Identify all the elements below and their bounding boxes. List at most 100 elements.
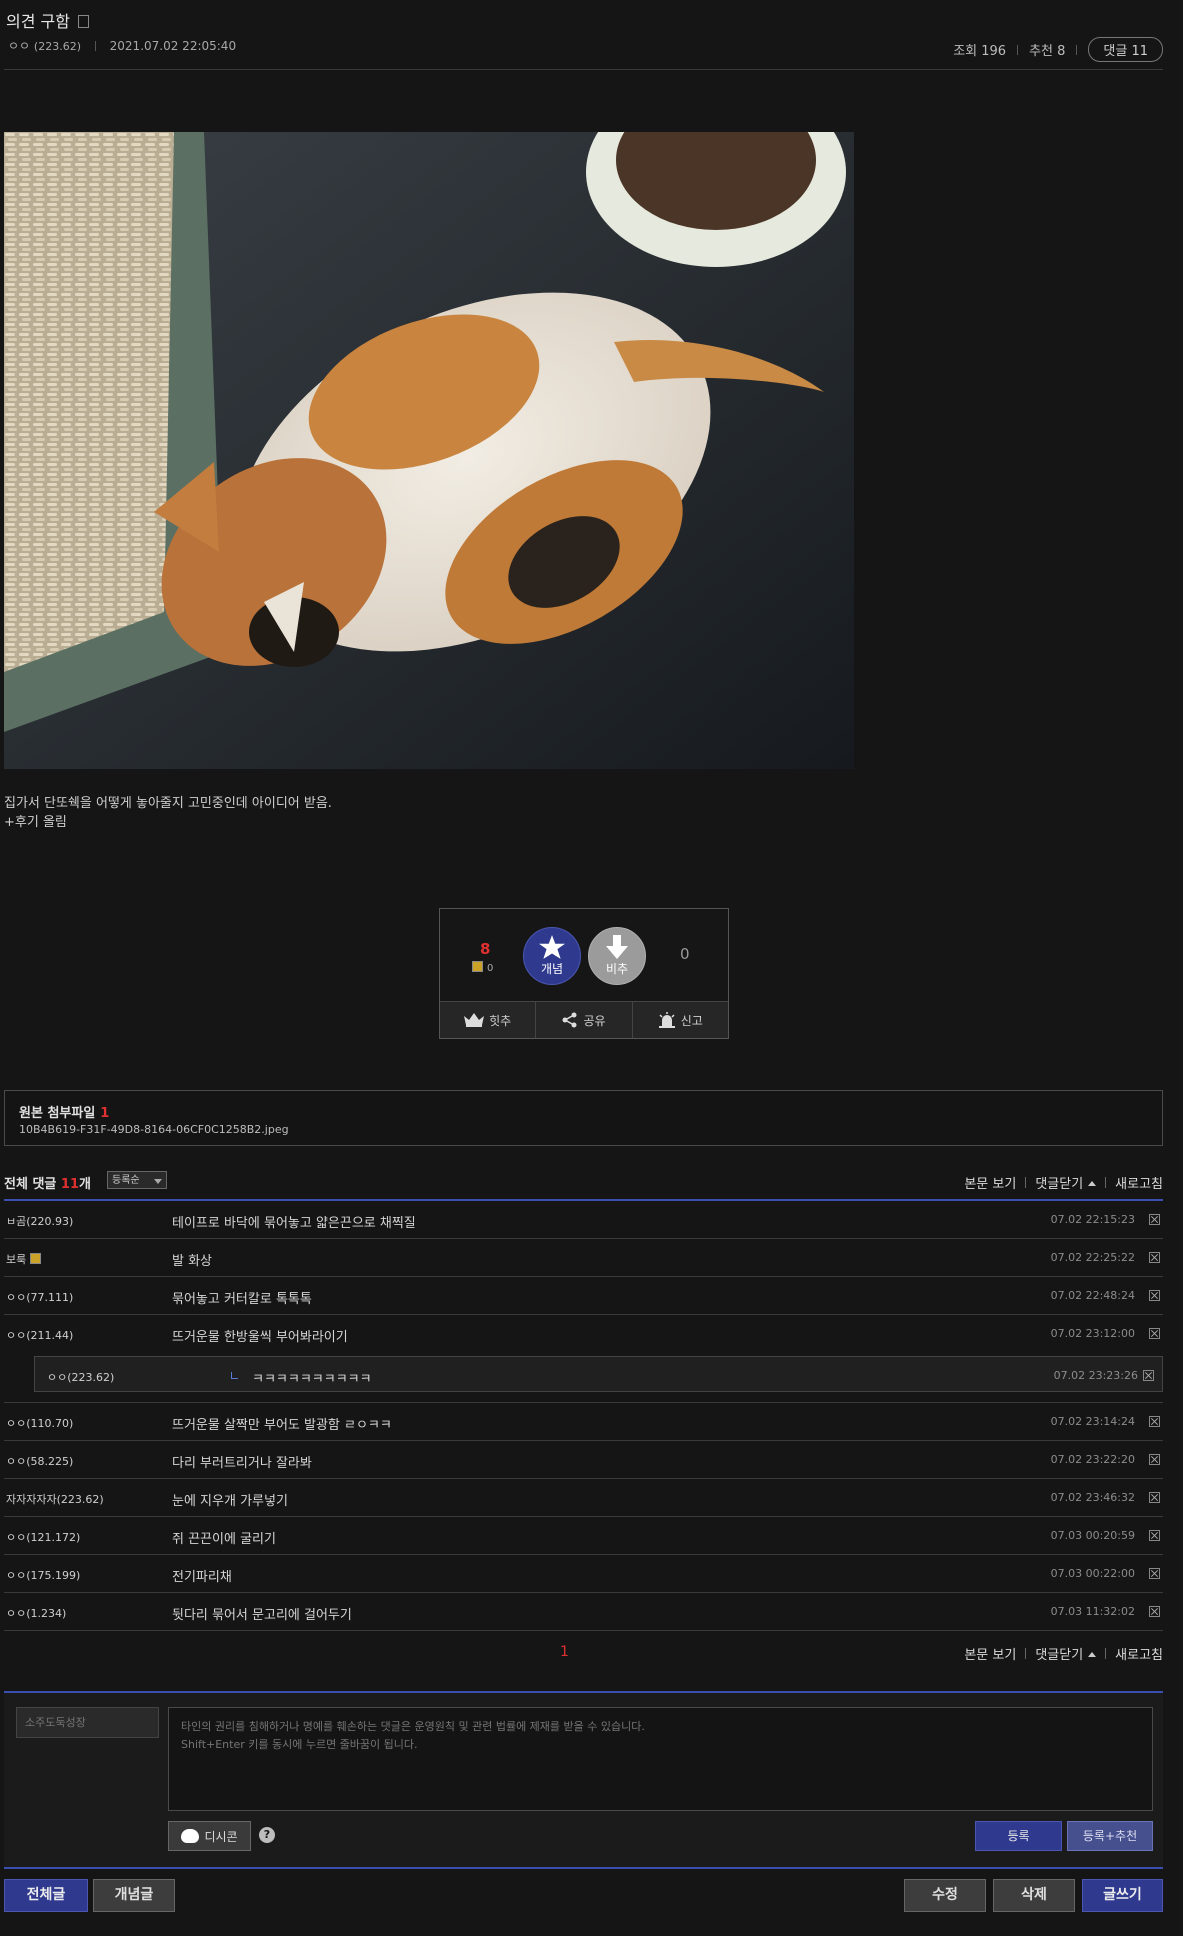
upvote-label: 개념 [540, 962, 564, 976]
hit-recommend-button[interactable]: 힛추 [440, 1002, 537, 1038]
comment-row: ㅇㅇ(77.111) 묶어놓고 커터칼로 톡톡톡 07.02 22:48:24 [4, 1277, 1163, 1315]
divider [94, 41, 96, 51]
delete-icon[interactable] [1149, 1252, 1160, 1263]
delete-icon[interactable] [1149, 1492, 1160, 1503]
comment-textarea[interactable] [168, 1707, 1153, 1811]
fixed-user-icon [30, 1253, 42, 1264]
close-comments-link[interactable]: 댓글닫기 [1035, 1644, 1097, 1663]
delete-icon[interactable] [1149, 1416, 1160, 1427]
view-body-link[interactable]: 본문 보기 [964, 1644, 1016, 1663]
delete-icon[interactable] [1149, 1606, 1160, 1617]
attachment-count: 1 [100, 1106, 110, 1121]
chevron-up-icon [1088, 1181, 1097, 1186]
comment-count-badge[interactable]: 댓글 11 [1088, 37, 1163, 62]
vote-actions: 힛추 공유 신고 [440, 1001, 728, 1038]
comment-nick[interactable]: ㅇㅇ(121.172) [6, 1529, 80, 1545]
comment-nick[interactable]: 보룩 [6, 1251, 42, 1267]
comment-row: ㅇㅇ(175.199) 전기파리채 07.03 00:22:00 [4, 1555, 1163, 1593]
comment-nick[interactable]: ㅇㅇ(110.70) [6, 1415, 73, 1431]
attachment-file-link[interactable]: 10B4B619-F31F-49D8-8164-06CF0C1258B2.jpe… [19, 1123, 289, 1136]
comment-nick[interactable]: ㅂ곰(220.93) [6, 1213, 73, 1229]
comment-row: ㅇㅇ(58.225) 다리 부러트리거나 잘라봐 07.02 23:22:20 [4, 1441, 1163, 1479]
post-meta: ㅇㅇ (223.62) 2021.07.02 22:05:40 [8, 37, 236, 54]
comment-sort-select[interactable]: 등록순 [107, 1171, 167, 1189]
delete-icon[interactable] [1143, 1370, 1154, 1381]
comment-row: ㅇㅇ(211.44) 뜨거운물 한방울씩 부어봐라이기 07.02 23:12:… [4, 1315, 1163, 1352]
pagination-current[interactable]: 1 [560, 1644, 569, 1660]
comment-links: 본문 보기 댓글닫기 새로고침 [964, 1173, 1163, 1192]
delete-icon[interactable] [1149, 1328, 1160, 1339]
comment-date: 07.03 00:20:59 [1050, 1529, 1135, 1542]
divider [1017, 44, 1019, 55]
delete-icon[interactable] [1149, 1290, 1160, 1301]
delete-icon[interactable] [1149, 1214, 1160, 1225]
close-comments-link[interactable]: 댓글닫기 [1035, 1173, 1097, 1192]
view-count: 조회 196 [953, 44, 1007, 59]
downvote-button[interactable]: 비추 [588, 927, 646, 985]
write-button[interactable]: 글쓰기 [1082, 1879, 1163, 1912]
view-body-link[interactable]: 본문 보기 [964, 1173, 1016, 1192]
comment-nick[interactable]: ㅇㅇ(77.111) [6, 1289, 73, 1305]
comment-nick[interactable]: ㅇㅇ(58.225) [6, 1453, 73, 1469]
dccon-button[interactable]: 디시콘 [168, 1821, 251, 1851]
post-title-text: 의견 구함 [6, 12, 70, 31]
star-icon [539, 935, 565, 959]
delete-icon[interactable] [1149, 1530, 1160, 1541]
comment-text: 묶어놓고 커터칼로 톡톡톡 [172, 1292, 312, 1307]
comment-write-box: 디시콘 ? 등록 등록+추천 [4, 1691, 1163, 1869]
refresh-link[interactable]: 새로고침 [1115, 1173, 1163, 1192]
comment-text: ㅋㅋㅋㅋㅋㅋㅋㅋㅋㅋ [231, 1368, 372, 1387]
fixed-vote-count: 0 [472, 961, 493, 974]
concept-posts-button[interactable]: 개념글 [93, 1879, 175, 1912]
comments-total-count: 11 [60, 1177, 79, 1192]
comment-row: ㅂ곰(220.93) 테이프로 바닥에 묶어놓고 얇은끈으로 채찍질 07.02… [4, 1201, 1163, 1239]
submit-comment-button[interactable]: 등록 [975, 1821, 1062, 1851]
delete-icon[interactable] [1149, 1568, 1160, 1579]
reply-box: ㅇㅇ(223.62) ㅋㅋㅋㅋㅋㅋㅋㅋㅋㅋ 07.02 23:23:26 [34, 1356, 1163, 1392]
submit-recommend-button[interactable]: 등록+추천 [1067, 1821, 1153, 1851]
comment-date: 07.02 23:46:32 [1050, 1491, 1135, 1504]
comment-row: ㅇㅇ(121.172) 쥐 끈끈이에 굴리기 07.03 00:20:59 [4, 1517, 1163, 1555]
vote-box: 8 0 개념 비추 0 힛추 공유 신고 [439, 908, 729, 1039]
delete-icon[interactable] [1149, 1454, 1160, 1465]
dccon-icon [181, 1829, 200, 1843]
upvote-button[interactable]: 개념 [523, 927, 581, 985]
post-image [4, 132, 854, 769]
help-icon[interactable]: ? [259, 1827, 275, 1843]
upvote-count: 8 [480, 940, 491, 958]
comment-nick[interactable]: 자자자자자(223.62) [6, 1491, 104, 1507]
comment-row: ㅇㅇ(110.70) 뜨거운물 살짝만 부어도 발광함 ㄹㅇㅋㅋ 07.02 2… [4, 1403, 1163, 1441]
comment-date: 07.02 23:23:26 [1053, 1369, 1138, 1382]
fixed-vote-number: 0 [487, 963, 494, 974]
siren-icon [658, 1012, 675, 1028]
all-posts-button[interactable]: 전체글 [4, 1879, 88, 1912]
comment-nick[interactable]: ㅇㅇ(175.199) [6, 1567, 80, 1583]
comment-nick-text: 보룩 [6, 1253, 27, 1266]
comment-nick[interactable]: ㅇㅇ(1.234) [6, 1605, 66, 1621]
comment-date: 07.02 22:48:24 [1050, 1289, 1135, 1302]
comment-date: 07.02 23:22:20 [1050, 1453, 1135, 1466]
comment-text: 다리 부러트리거나 잘라봐 [172, 1456, 312, 1471]
nickname-input[interactable] [16, 1707, 159, 1738]
mobile-icon [77, 15, 89, 28]
edit-button[interactable]: 수정 [904, 1879, 986, 1912]
share-button[interactable]: 공유 [536, 1002, 633, 1038]
delete-button[interactable]: 삭제 [993, 1879, 1075, 1912]
divider [1105, 1648, 1107, 1659]
fixed-user-icon [472, 961, 483, 972]
comment-nick[interactable]: ㅇㅇ(223.62) [47, 1369, 114, 1385]
comment-nick[interactable]: ㅇㅇ(211.44) [6, 1327, 73, 1343]
comment-date: 07.03 11:32:02 [1050, 1605, 1135, 1618]
comment-sort-value: 등록순 [112, 1175, 140, 1186]
comment-date: 07.02 23:12:00 [1050, 1327, 1135, 1340]
post-datetime: 2021.07.02 22:05:40 [109, 39, 237, 53]
dccon-label: 디시콘 [204, 1829, 238, 1844]
recommend-count: 추천 8 [1029, 44, 1066, 59]
report-button[interactable]: 신고 [633, 1002, 728, 1038]
post-author[interactable]: ㅇㅇ [8, 39, 30, 53]
attachment-box: 원본 첨부파일 1 10B4B619-F31F-49D8-8164-06CF0C1… [4, 1090, 1163, 1146]
divider [1105, 1177, 1107, 1188]
downvote-count: 0 [680, 945, 690, 963]
reply-arrow-icon [231, 1372, 238, 1379]
refresh-link[interactable]: 새로고침 [1115, 1644, 1163, 1663]
